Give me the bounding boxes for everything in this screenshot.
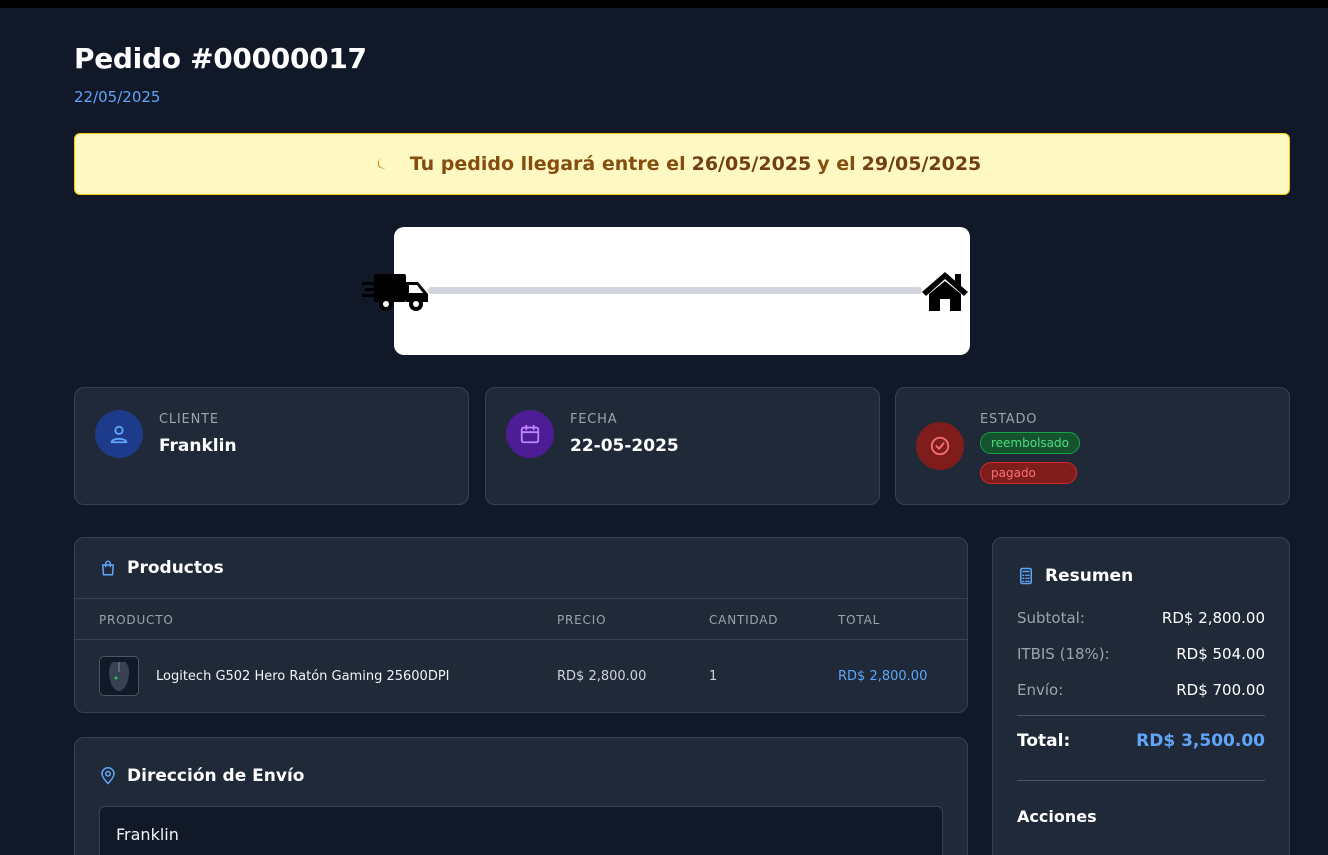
address-header: Dirección de Envío <box>99 766 304 786</box>
address-box: Franklin <box>99 806 943 855</box>
summary-header: Resumen <box>1017 566 1133 586</box>
tax-row: ITBIS (18%): RD$ 504.00 <box>1017 645 1265 663</box>
address-title: Dirección de Envío <box>127 766 305 786</box>
product-price: RD$ 2,800.00 <box>557 669 647 684</box>
delivery-banner: ⏾ Tu pedido llegará entre el 26/05/2025 … <box>74 133 1290 195</box>
product-thumbnail[interactable] <box>99 656 139 696</box>
moon-icon: ⏾ <box>376 156 388 172</box>
tax-label: ITBIS (18%): <box>1017 645 1110 663</box>
client-card: CLIENTE Franklin <box>74 387 469 505</box>
summary-title: Resumen <box>1045 566 1134 586</box>
subtotal-label: Subtotal: <box>1017 609 1085 627</box>
status-card: ESTADO reembolsado pagado <box>895 387 1290 505</box>
map-pin-icon <box>101 767 115 785</box>
shipping-address-panel: Dirección de Envío Franklin <box>74 737 968 855</box>
address-name: Franklin <box>116 825 179 844</box>
products-title: Productos <box>127 558 224 578</box>
banner-start-date: 26/05/2025 <box>691 153 812 175</box>
subtotal-value: RD$ 2,800.00 <box>1161 609 1265 627</box>
shopping-bag-icon <box>101 560 115 576</box>
summary-panel: Resumen Subtotal: RD$ 2,800.00 ITBIS (18… <box>992 537 1290 855</box>
user-icon <box>95 410 143 458</box>
check-circle-icon <box>916 422 964 470</box>
products-divider <box>75 598 967 599</box>
calendar-icon <box>506 410 554 458</box>
summary-divider <box>1017 715 1265 716</box>
banner-text-middle: y el <box>817 153 856 175</box>
client-value: Franklin <box>159 436 237 456</box>
tracker-progress-line <box>428 287 922 294</box>
column-header-price: PRECIO <box>557 613 607 627</box>
shipping-value: RD$ 700.00 <box>1176 681 1265 699</box>
banner-text-prefix: Tu pedido llegará entre el <box>409 153 686 175</box>
client-label: CLIENTE <box>159 412 219 427</box>
order-date: 22/05/2025 <box>74 88 161 106</box>
house-icon <box>922 272 968 311</box>
date-value: 22-05-2025 <box>570 436 679 456</box>
status-badge-paid: pagado <box>980 462 1077 484</box>
product-total: RD$ 2,800.00 <box>838 669 928 684</box>
status-badge-refunded: reembolsado <box>980 432 1080 454</box>
tax-value: RD$ 504.00 <box>1176 645 1265 663</box>
total-row: Total: RD$ 3,500.00 <box>1017 731 1265 751</box>
subtotal-row: Subtotal: RD$ 2,800.00 <box>1017 609 1265 627</box>
truck-icon <box>362 274 428 311</box>
date-card: FECHA 22-05-2025 <box>485 387 880 505</box>
order-title: Pedido #00000017 <box>74 42 367 75</box>
product-name[interactable]: Logitech G502 Hero Ratón Gaming 25600DPI <box>156 669 450 684</box>
actions-title: Acciones <box>1017 807 1097 826</box>
shipping-label: Envío: <box>1017 681 1064 699</box>
banner-end-date: 29/05/2025 <box>861 153 982 175</box>
actions-divider <box>1017 780 1265 781</box>
total-value: RD$ 3,500.00 <box>1136 731 1265 751</box>
table-header-divider <box>75 639 967 640</box>
column-header-quantity: CANTIDAD <box>709 613 779 627</box>
calculator-icon <box>1020 567 1032 585</box>
shipping-row: Envío: RD$ 700.00 <box>1017 681 1265 699</box>
products-header: Productos <box>99 558 224 578</box>
product-quantity: 1 <box>709 669 718 684</box>
products-panel: Productos PRODUCTO PRECIO CANTIDAD TOTAL… <box>74 537 968 713</box>
date-label: FECHA <box>570 412 618 427</box>
total-label: Total: <box>1017 731 1071 751</box>
column-header-total: TOTAL <box>838 613 881 627</box>
top-bar <box>0 0 1328 8</box>
column-header-product: PRODUCTO <box>99 613 174 627</box>
status-label: ESTADO <box>980 412 1038 427</box>
